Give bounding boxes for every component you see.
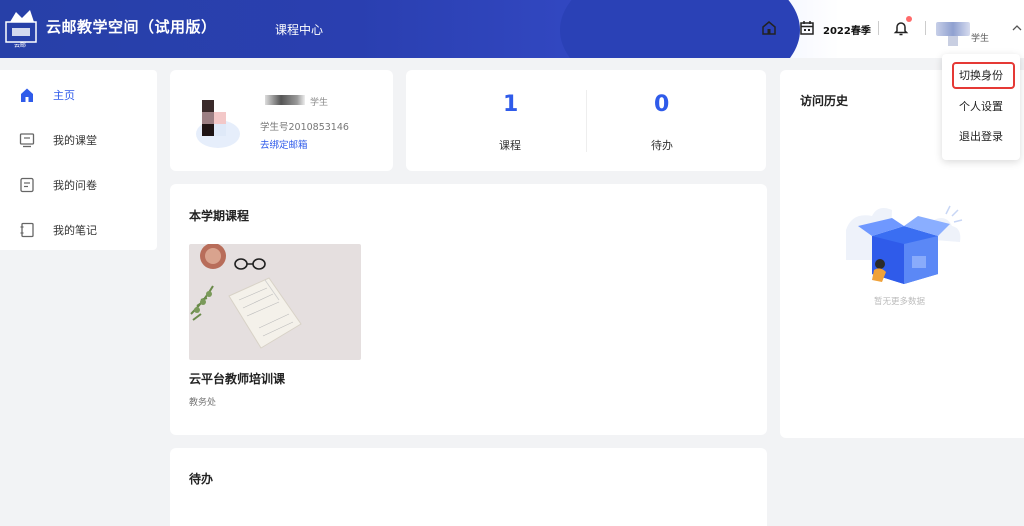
course-count-label: 课程 — [499, 139, 521, 152]
section-title: 本学期课程 — [189, 209, 250, 223]
sidebar-item-home[interactable]: 主页 — [0, 75, 157, 115]
course-department: 教务处 — [189, 398, 217, 408]
classroom-icon — [19, 133, 35, 148]
history-title: 访问历史 — [800, 94, 849, 108]
menu-item-personal-settings[interactable]: 个人设置 — [942, 94, 1020, 120]
course-count[interactable]: 1 — [503, 92, 518, 117]
semester-courses-card: 本学期课程 云平台教师培训课 教务处 — [170, 184, 767, 435]
sidebar-item-label: 主页 — [53, 89, 75, 102]
user-avatar[interactable] — [936, 22, 970, 36]
user-role-label[interactable]: 学生 — [971, 31, 989, 44]
sidebar-item-label: 我的课堂 — [53, 134, 97, 147]
course-name[interactable]: 云平台教师培训课 — [189, 370, 285, 387]
profile-name-blurred — [265, 95, 305, 105]
header-divider — [925, 21, 926, 35]
highlight-box — [952, 62, 1015, 89]
svg-text:云邮: 云邮 — [14, 41, 26, 48]
sidebar-item-classroom[interactable]: 我的课堂 — [0, 120, 157, 160]
student-id: 学生号2010853146 — [260, 122, 349, 133]
survey-icon — [20, 177, 34, 193]
section-title: 待办 — [189, 472, 214, 486]
notification-dot — [906, 16, 912, 22]
season-selector[interactable]: 2022春季 — [823, 22, 871, 37]
bind-email-link[interactable]: 去绑定邮箱 — [260, 137, 308, 151]
todo-count[interactable]: 0 — [654, 92, 669, 117]
profile-role: 学生 — [310, 98, 329, 108]
app-title: 云邮教学空间（试用版） — [46, 18, 217, 36]
sidebar-item-survey[interactable]: 我的问卷 — [0, 165, 157, 205]
user-avatar-blur — [948, 36, 958, 46]
stats-card: 1 课程 0 待办 — [406, 70, 766, 171]
todo-card: 待办 — [170, 448, 767, 526]
nav-course-center[interactable]: 课程中心 — [275, 21, 323, 38]
profile-card: 学生 学生号2010853146 去绑定邮箱 — [170, 70, 393, 171]
calendar-icon[interactable] — [799, 20, 815, 36]
todo-count-label: 待办 — [651, 139, 673, 152]
menu-item-logout[interactable]: 退出登录 — [942, 124, 1020, 150]
chevron-up-icon[interactable] — [1012, 24, 1022, 32]
home-icon[interactable] — [761, 20, 777, 36]
profile-avatar[interactable] — [190, 92, 246, 150]
app-logo[interactable]: 云邮 — [4, 8, 40, 48]
empty-state-text: 暂无更多数据 — [874, 297, 926, 307]
home-icon — [21, 88, 33, 102]
bell-icon[interactable] — [893, 20, 909, 36]
top-header: 云邮 云邮教学空间（试用版） 课程中心 2022春季 学生 — [0, 0, 1024, 58]
sidebar-item-label: 我的笔记 — [53, 224, 97, 237]
sidebar-item-notebook[interactable]: 我的笔记 — [0, 210, 157, 250]
header-divider — [878, 21, 879, 35]
sidebar-item-label: 我的问卷 — [53, 179, 97, 192]
stats-divider — [586, 90, 587, 152]
empty-box-illustration — [846, 205, 963, 284]
course-thumbnail[interactable] — [189, 244, 361, 360]
sidebar: 主页 我的课堂 我的问卷 我的笔记 — [0, 70, 157, 250]
notebook-icon — [20, 222, 34, 238]
